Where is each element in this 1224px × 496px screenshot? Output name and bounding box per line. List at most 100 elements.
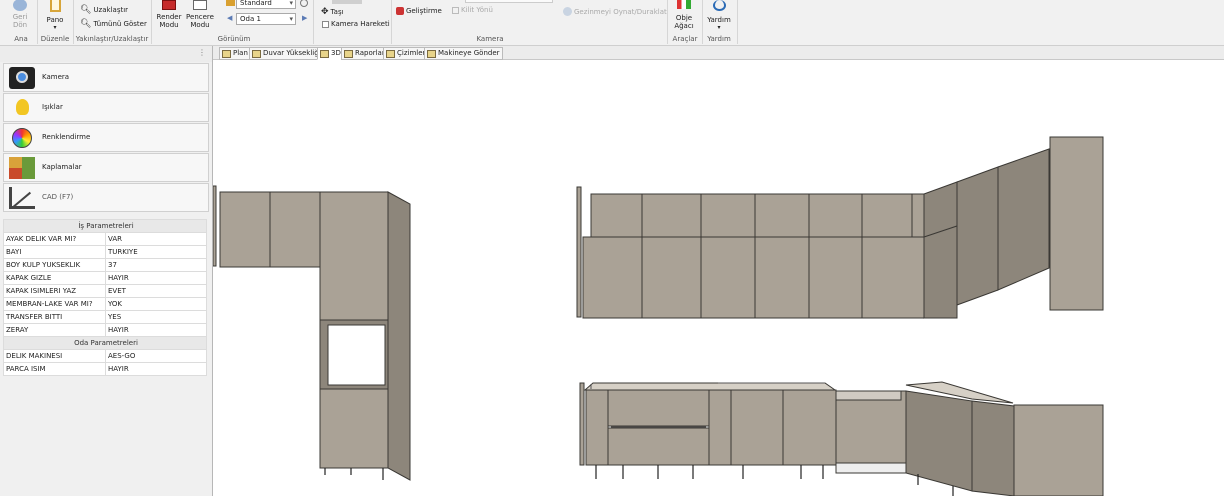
play-icon — [563, 7, 572, 16]
camera-slider[interactable] — [332, 0, 362, 4]
render-modu-label: Render Modu — [156, 13, 182, 29]
param-value[interactable]: HAYIR — [105, 271, 207, 285]
table-row[interactable]: BAYI TURKIYE — [3, 245, 207, 259]
tab-label: Raporlar — [355, 49, 385, 57]
table-row[interactable]: KAPAK ISIMLERI YAZ EVET — [3, 284, 207, 298]
move-icon: ✥ — [321, 7, 329, 17]
corner-cabinet — [997, 148, 1050, 291]
base-cabinet — [708, 389, 732, 466]
table-row[interactable]: TRANSFER BITTI YES — [3, 310, 207, 324]
clipboard-icon — [49, 0, 61, 12]
param-key: AYAK DELIK VAR MI? — [3, 232, 106, 246]
table-row[interactable]: KAPAK GIZLE HAYIR — [3, 271, 207, 285]
tasi-button[interactable]: ✥ Taşı — [321, 7, 344, 17]
tool-kamera[interactable]: Kamera — [3, 63, 209, 92]
gelistirme-button[interactable]: Geliştirme — [396, 7, 442, 15]
tool-label: Renklendirme — [42, 133, 91, 141]
tool-cad[interactable]: CAD (F7) — [3, 183, 209, 212]
style-icon — [226, 0, 235, 6]
tool-renklendirme[interactable]: Renklendirme — [3, 123, 209, 152]
next-arrow-icon[interactable]: ▶ — [302, 14, 307, 22]
3d-viewport[interactable] — [213, 61, 1224, 496]
panel-menu-icon[interactable]: ⋮ — [198, 48, 206, 57]
group-kamera: Kamera — [476, 35, 504, 43]
yardim-button[interactable]: Yardım ▾ — [705, 0, 733, 32]
ribbon: Geri Dön Ana Pano ▾ Düzenle 🔍︎ Uzaklaştı… — [0, 0, 1224, 46]
geri-don-button[interactable]: Geri Dön — [6, 0, 34, 29]
tool-isiklar[interactable]: Işıklar — [3, 93, 209, 122]
table-row[interactable]: DELIK MAKINESI AES-GO — [3, 349, 207, 363]
table-row[interactable]: BOY KULP YUKSEKLIK 37 — [3, 258, 207, 272]
bulb-icon — [9, 97, 35, 119]
render-modu-button[interactable]: Render Modu — [154, 0, 184, 29]
corner-cabinet — [923, 225, 958, 319]
tab-label: 3D — [331, 49, 341, 57]
gezinme-button[interactable]: Gezinmeyi Oynat/Duraklat — [563, 7, 667, 16]
table-header: İş Parametreleri — [3, 219, 207, 233]
table-row[interactable]: PARCA ISIM HAYIR — [3, 362, 207, 376]
color-wheel-icon — [9, 127, 35, 149]
kitchen-3d-render — [213, 136, 1104, 496]
separator — [667, 0, 668, 44]
separator — [391, 0, 392, 44]
param-key: KAPAK ISIMLERI YAZ — [3, 284, 106, 298]
separator — [737, 0, 738, 44]
style-combo[interactable]: Standard — [236, 0, 296, 9]
kilit-yonu-checkbox[interactable]: Kilit Yönü — [452, 6, 493, 14]
param-key: MEMBRAN-LAKE VAR MI? — [3, 297, 106, 311]
table-row[interactable]: AYAK DELIK VAR MI? VAR — [3, 232, 207, 246]
tab-makineye-gonder[interactable]: Makineye Gönder — [424, 47, 503, 60]
separator — [313, 0, 314, 44]
param-value[interactable]: EVET — [105, 284, 207, 298]
obje-agaci-button[interactable]: Obje Ağacı — [670, 0, 698, 30]
param-value[interactable]: HAYIR — [105, 362, 207, 376]
tab-raporlar[interactable]: Raporlar — [341, 47, 388, 60]
slider-track[interactable] — [465, 0, 553, 3]
pencere-modu-button[interactable]: Pencere Modu — [185, 0, 215, 29]
tool-kaplamalar[interactable]: Kaplamalar — [3, 153, 209, 182]
param-value[interactable]: VAR — [105, 232, 207, 246]
param-value[interactable]: 37 — [105, 258, 207, 272]
wall-cabinet — [641, 193, 702, 238]
group-duzenle: Düzenle — [40, 35, 70, 43]
base-cabinet — [730, 389, 784, 466]
tumunu-goster-button[interactable]: 🔍︎ Tümünü Göster — [80, 19, 147, 29]
drawing-icon — [386, 50, 395, 58]
room-combo[interactable]: Oda 1 — [236, 13, 296, 25]
param-value[interactable]: TURKIYE — [105, 245, 207, 259]
kamera-hareketi-checkbox[interactable]: Kamera Hareketi — [322, 20, 390, 28]
corner-base — [905, 390, 973, 492]
pin-icon[interactable] — [300, 0, 308, 7]
kilit-yonu-label: Kilit Yönü — [461, 6, 493, 14]
wall-cabinet — [219, 191, 271, 268]
separator — [73, 0, 74, 44]
prev-arrow-icon[interactable]: ◀ — [227, 14, 232, 22]
corner-base — [971, 400, 1015, 496]
tab-duvar-yuksekligi[interactable]: Duvar Yüksekliği — [249, 47, 324, 60]
obje-agaci-label: Obje Ağacı — [674, 14, 694, 30]
param-value[interactable]: HAYIR — [105, 323, 207, 337]
uzaklastir-button[interactable]: 🔍︎ Uzaklaştır — [80, 5, 128, 15]
tab-3d[interactable]: 3D — [317, 47, 344, 60]
table-row[interactable]: MEMBRAN-LAKE VAR MI? YOK — [3, 297, 207, 311]
param-value[interactable]: YOK — [105, 297, 207, 311]
tab-plan[interactable]: Plan — [219, 47, 251, 60]
pencere-modu-label: Pencere Modu — [186, 13, 214, 29]
pano-button[interactable]: Pano ▾ — [42, 0, 68, 32]
base-cabinet — [585, 389, 609, 466]
zoom-fit-icon: 🔍︎ — [80, 19, 92, 29]
wall-cabinet — [754, 193, 810, 238]
wall-cabinet — [911, 193, 925, 238]
tool-label: CAD (F7) — [42, 193, 74, 201]
param-value[interactable]: AES-GO — [105, 349, 207, 363]
chevron-down-icon: ▾ — [717, 24, 721, 31]
wall-cabinet — [861, 236, 925, 319]
param-value[interactable]: YES — [105, 310, 207, 324]
tool-label: Kamera — [42, 73, 70, 81]
table-row[interactable]: ZERAY HAYIR — [3, 323, 207, 337]
tab-cizimler[interactable]: Çizimler — [383, 47, 429, 60]
gelistirme-label: Geliştirme — [406, 7, 442, 15]
is-parametreleri-table: İş Parametreleri AYAK DELIK VAR MI? VAR BA… — [3, 219, 207, 337]
render-icon — [162, 0, 176, 10]
zoom-out-icon: 🔍︎ — [80, 5, 92, 15]
